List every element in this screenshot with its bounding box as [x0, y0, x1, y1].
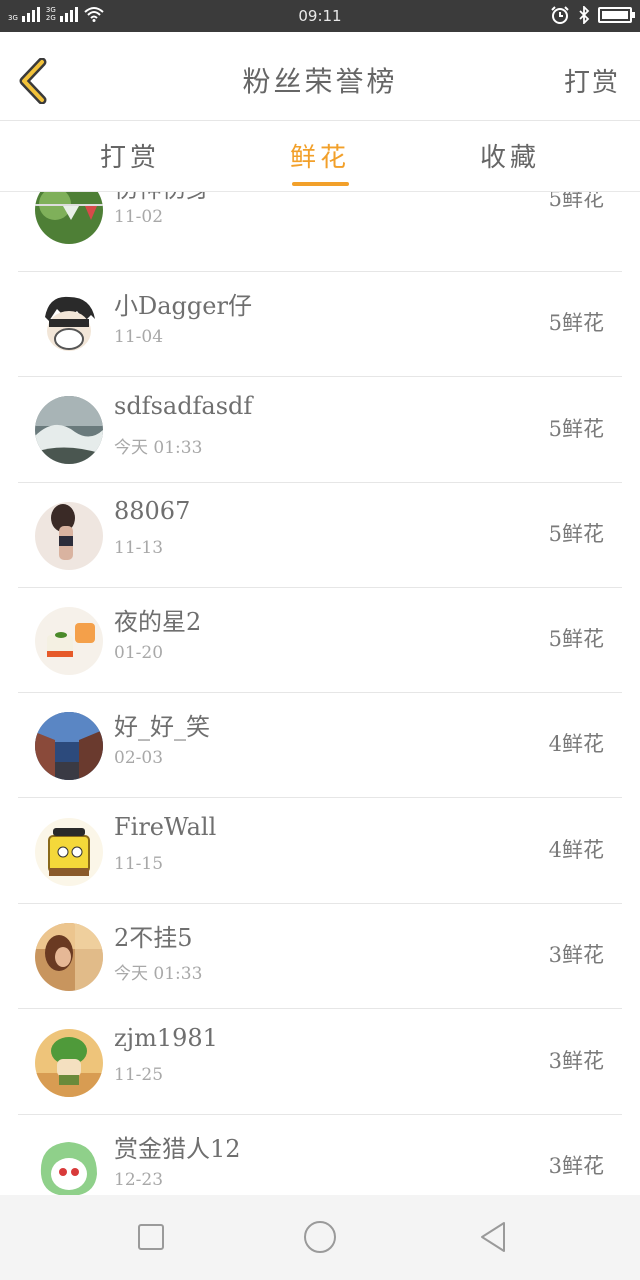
status-bar: 3G 3G 2G 09:11 — [0, 0, 640, 32]
home-circle-icon[interactable] — [300, 1217, 340, 1257]
fan-name: 好_好_笑 — [114, 713, 210, 741]
fan-name: 小Dagger仔 — [114, 292, 252, 320]
fan-name: sdfsadfasdf — [114, 392, 253, 420]
fan-date: 12-23 — [114, 1170, 164, 1190]
flower-count: 3鲜花 — [548, 1154, 604, 1178]
fan-name: 伤神伤身 — [114, 191, 210, 204]
fan-name: 2不挂5 — [114, 924, 193, 952]
flower-count: 5鲜花 — [548, 522, 604, 546]
page-title: 粉丝荣誉榜 — [242, 65, 398, 98]
list-item[interactable]: 好_好_笑 02-03 4鲜花 — [18, 693, 622, 798]
fan-name: 夜的星2 — [114, 608, 202, 636]
tab-bar: 打赏 鲜花 收藏 — [0, 121, 640, 192]
list-item[interactable]: 赏金猎人12 12-23 3鲜花 — [18, 1115, 622, 1195]
tab-flowers[interactable]: 鲜花 — [260, 137, 380, 174]
fan-date: 11-04 — [114, 327, 164, 347]
header-bar: 粉丝荣誉榜 打赏 — [0, 32, 640, 121]
tab-reward[interactable]: 打赏 — [70, 137, 190, 174]
avatar — [35, 291, 103, 359]
bluetooth-icon — [579, 6, 590, 24]
list-item[interactable]: 夜的星2 01-20 5鲜花 — [18, 588, 622, 693]
list-item[interactable]: 伤神伤身 11-02 5鲜花 — [18, 191, 622, 272]
fan-name: zjm1981 — [114, 1024, 218, 1052]
flower-count: 4鲜花 — [548, 838, 604, 862]
recent-apps-square-icon[interactable] — [131, 1217, 171, 1257]
flower-count: 5鲜花 — [548, 417, 604, 441]
flower-count: 5鲜花 — [548, 311, 604, 335]
list-item[interactable]: sdfsadfasdf 今天 01:33 5鲜花 — [18, 378, 622, 483]
avatar — [35, 818, 103, 886]
avatar — [35, 396, 103, 464]
fan-name: FireWall — [114, 813, 217, 841]
battery-icon — [598, 7, 635, 23]
avatar — [35, 712, 103, 780]
avatar — [35, 1029, 103, 1097]
list-item[interactable]: 88067 11-13 5鲜花 — [18, 483, 622, 588]
tab-favorites[interactable]: 收藏 — [450, 137, 570, 174]
fan-name: 赏金猎人12 — [114, 1135, 241, 1163]
active-tab-indicator — [292, 182, 349, 186]
fan-date: 今天 01:33 — [114, 964, 203, 984]
avatar — [35, 502, 103, 570]
fan-date: 今天 01:33 — [114, 438, 203, 458]
list-item[interactable]: 2不挂5 今天 01:33 3鲜花 — [18, 904, 622, 1009]
avatar — [35, 923, 103, 991]
fan-name: 88067 — [114, 497, 191, 525]
list-item[interactable]: 小Dagger仔 11-04 5鲜花 — [18, 272, 622, 377]
fan-date: 02-03 — [114, 748, 164, 768]
fan-date: 11-02 — [114, 207, 164, 227]
list-item[interactable]: FireWall 11-15 4鲜花 — [18, 799, 622, 904]
reward-action-button[interactable]: 打赏 — [564, 62, 620, 99]
avatar — [35, 191, 103, 244]
list-item[interactable]: zjm1981 11-25 3鲜花 — [18, 1010, 622, 1115]
fan-date: 11-13 — [114, 538, 164, 558]
alarm-icon — [551, 6, 569, 24]
flower-count: 5鲜花 — [548, 191, 604, 211]
status-right — [550, 6, 635, 24]
flower-count: 3鲜花 — [548, 943, 604, 967]
flower-count: 3鲜花 — [548, 1049, 604, 1073]
avatar — [35, 607, 103, 675]
system-navigation-bar — [0, 1195, 640, 1280]
flower-count: 5鲜花 — [548, 627, 604, 651]
fan-date: 11-15 — [114, 854, 164, 874]
fan-date: 11-25 — [114, 1065, 164, 1085]
flower-count: 4鲜花 — [548, 732, 604, 756]
back-triangle-icon[interactable] — [472, 1217, 512, 1257]
fan-ranking-list[interactable]: 伤神伤身 11-02 5鲜花 小Dagger仔 11-04 5鲜花 — [0, 191, 640, 1195]
avatar — [35, 1134, 103, 1195]
status-time: 09:11 — [298, 7, 342, 25]
fan-date: 01-20 — [114, 643, 164, 663]
